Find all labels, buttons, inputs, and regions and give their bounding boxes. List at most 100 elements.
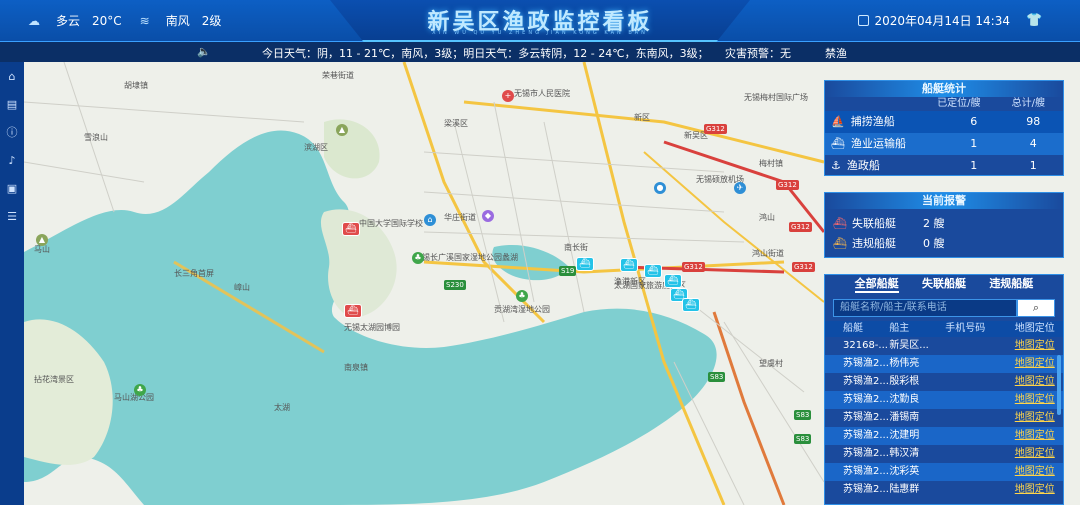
temperature-label: 20°C — [92, 13, 122, 28]
mountain-icon[interactable]: ▲ — [36, 234, 48, 246]
stats-row-name: 渔政船 — [846, 159, 880, 172]
map-boat-marker[interactable]: ⛴ — [620, 258, 638, 272]
list-row-owner: 韩汉清 — [889, 448, 920, 459]
road-shield: S19 — [559, 266, 577, 276]
locate-link[interactable]: 地图定位 — [1015, 391, 1063, 409]
list-row[interactable]: 苏锡渔2... 杨伟亮 地图定位 — [825, 355, 1063, 373]
list-row-owner: 潘锡南 — [889, 412, 920, 423]
calendar-icon — [857, 15, 869, 26]
map-label: 无锡市人民医院 — [514, 89, 570, 98]
alert-row[interactable]: ⛴ 失联船艇 2 艘 — [825, 213, 1063, 233]
list-header: 船艇 船主 手机号码 地图定位 — [825, 321, 1063, 337]
home-icon[interactable]: ⌂ — [0, 62, 24, 90]
locate-link[interactable]: 地图定位 — [1015, 463, 1063, 481]
locate-link[interactable]: 地图定位 — [1015, 427, 1063, 445]
stats-row-located: 1 — [970, 137, 978, 150]
list-scrollbar[interactable] — [1057, 355, 1061, 415]
map-label: 梅村镇 — [759, 159, 783, 168]
col-located: 已定位/艘 — [937, 98, 981, 109]
landmark-icon[interactable]: ◆ — [482, 210, 494, 222]
search-icon: ⌕ — [1032, 301, 1040, 314]
tab-lost-boats[interactable]: 失联船艇 — [922, 275, 966, 293]
list-row-boat: 苏锡渔2... — [843, 430, 889, 441]
map-boat-marker[interactable]: ⛴ — [682, 298, 700, 312]
stats-header: 已定位/艘 总计/艘 — [825, 97, 1063, 111]
stats-row[interactable]: ⛴ 渔业运输船 1 4 — [825, 133, 1063, 155]
school-icon[interactable]: ⌂ — [424, 214, 436, 226]
list-row[interactable]: 苏锡渔2... 沈勤良 地图定位 — [825, 391, 1063, 409]
search-button[interactable]: ⌕ — [1017, 299, 1055, 317]
map-boat-marker[interactable]: ⛴ — [664, 274, 682, 288]
park-icon[interactable]: ♣ — [412, 252, 424, 264]
locate-link[interactable]: 地图定位 — [1015, 355, 1063, 373]
info-icon[interactable]: ⓘ — [0, 118, 24, 146]
cloud-icon: ☁ — [28, 13, 40, 28]
lost-boat-icon: ⛴ — [833, 216, 847, 230]
menu-icon[interactable]: ☰ — [0, 202, 24, 230]
list-row-owner: 新吴区... — [889, 340, 929, 351]
stats-row[interactable]: ⚓ 渔政船 1 1 — [825, 155, 1063, 177]
list-col-locate: 地图定位 — [1014, 323, 1055, 334]
weather-ticker: 🔈 今日天气：阴，11 - 21℃，南风，3级；明日天气：多云转阴，12 - 2… — [0, 42, 1080, 62]
locate-link[interactable]: 地图定位 — [1015, 445, 1063, 463]
location-pin-icon[interactable]: ● — [654, 182, 666, 194]
tab-violation-boats[interactable]: 违规船艇 — [989, 275, 1033, 293]
list-row-boat: 苏锡渔2... — [843, 466, 889, 477]
park-icon[interactable]: ♣ — [516, 290, 528, 302]
map-boat-marker[interactable]: ⛴ — [644, 264, 662, 278]
page-subtitle: XIN WU QU YU ZHENG JIAN KONG KAN BAN — [432, 30, 648, 36]
map-label: 鸿山 — [759, 213, 775, 222]
ticker-extra: 禁渔 — [825, 47, 847, 60]
alert-row[interactable]: ⛴ 违规船艇 0 艘 — [825, 233, 1063, 253]
road-shield: S230 — [444, 280, 466, 290]
map-label: 梁溪区 — [444, 119, 468, 128]
map-label: 滨湖区 — [304, 143, 328, 152]
locate-link[interactable]: 地图定位 — [1015, 373, 1063, 391]
list-row[interactable]: 苏锡渔2... 沈建明 地图定位 — [825, 427, 1063, 445]
stats-row-total: 98 — [1026, 115, 1041, 128]
list-row[interactable]: 苏锡渔2... 韩汉清 地图定位 — [825, 445, 1063, 463]
alert-row-count: 0 艘 — [923, 237, 945, 250]
tab-all-boats[interactable]: 全部船艇 — [854, 275, 899, 293]
datetime-display: 2020年04月14日 14:34 — [857, 12, 1010, 29]
road-shield: S83 — [794, 434, 812, 444]
map-label: 贡湖湾湿地公园 — [494, 305, 550, 314]
list-row[interactable]: 苏锡渔2... 殷彩根 地图定位 — [825, 373, 1063, 391]
patrol-boat-icon: ⚓ — [831, 159, 841, 172]
list-col-boat: 船艇 — [843, 323, 863, 334]
mountain-icon[interactable]: ▲ — [336, 124, 348, 136]
alert-row-count: 2 艘 — [923, 217, 945, 230]
stats-row[interactable]: ⛵ 捕捞渔船 6 98 — [825, 111, 1063, 133]
map-label: 华庄街道 — [444, 213, 476, 222]
database-icon[interactable]: ▣ — [0, 174, 24, 202]
locate-link[interactable]: 地图定位 — [1015, 337, 1063, 355]
list-row[interactable]: 苏锡渔2... 潘锡南 地图定位 — [825, 409, 1063, 427]
map-label: 无锡太湖园博园 — [344, 323, 400, 332]
map-label: 鸿山街道 — [752, 249, 784, 258]
hospital-icon[interactable]: + — [502, 90, 514, 102]
document-icon[interactable]: ▤ — [0, 90, 24, 118]
bell-icon[interactable]: ♪ — [0, 146, 24, 174]
list-row[interactable]: 32168-... 新吴区... 地图定位 — [825, 337, 1063, 355]
map-alert-boat-marker[interactable]: ⛴ — [342, 222, 360, 236]
list-row-phone — [945, 391, 1014, 409]
map-label: 嶂山 — [234, 283, 250, 292]
shirt-icon[interactable]: 👕 — [1026, 13, 1042, 28]
col-total: 总计/艘 — [1011, 98, 1045, 109]
locate-link[interactable]: 地图定位 — [1015, 481, 1063, 499]
map-boat-marker[interactable]: ⛴ — [576, 257, 594, 271]
airport-icon[interactable]: ✈ — [734, 182, 746, 194]
park-icon[interactable]: ♣ — [134, 384, 146, 396]
map-alert-boat-marker[interactable]: ⛴ — [344, 304, 362, 318]
list-row-boat: 苏锡渔2... — [843, 484, 889, 495]
list-row-phone — [945, 409, 1014, 427]
list-row[interactable]: 苏锡渔2... 陆惠群 地图定位 — [825, 481, 1063, 499]
list-row-owner: 沈勤良 — [889, 394, 920, 405]
violation-boat-icon: ⛴ — [833, 236, 847, 250]
list-row-phone — [945, 463, 1014, 481]
list-row[interactable]: 苏锡渔2... 沈彩英 地图定位 — [825, 463, 1063, 481]
alert-row-name: 违规船艇 — [851, 237, 896, 250]
stats-row-name: 捕捞渔船 — [850, 115, 895, 128]
locate-link[interactable]: 地图定位 — [1015, 409, 1063, 427]
search-input[interactable]: 船艇名称/船主/联系电话 — [833, 299, 1017, 317]
